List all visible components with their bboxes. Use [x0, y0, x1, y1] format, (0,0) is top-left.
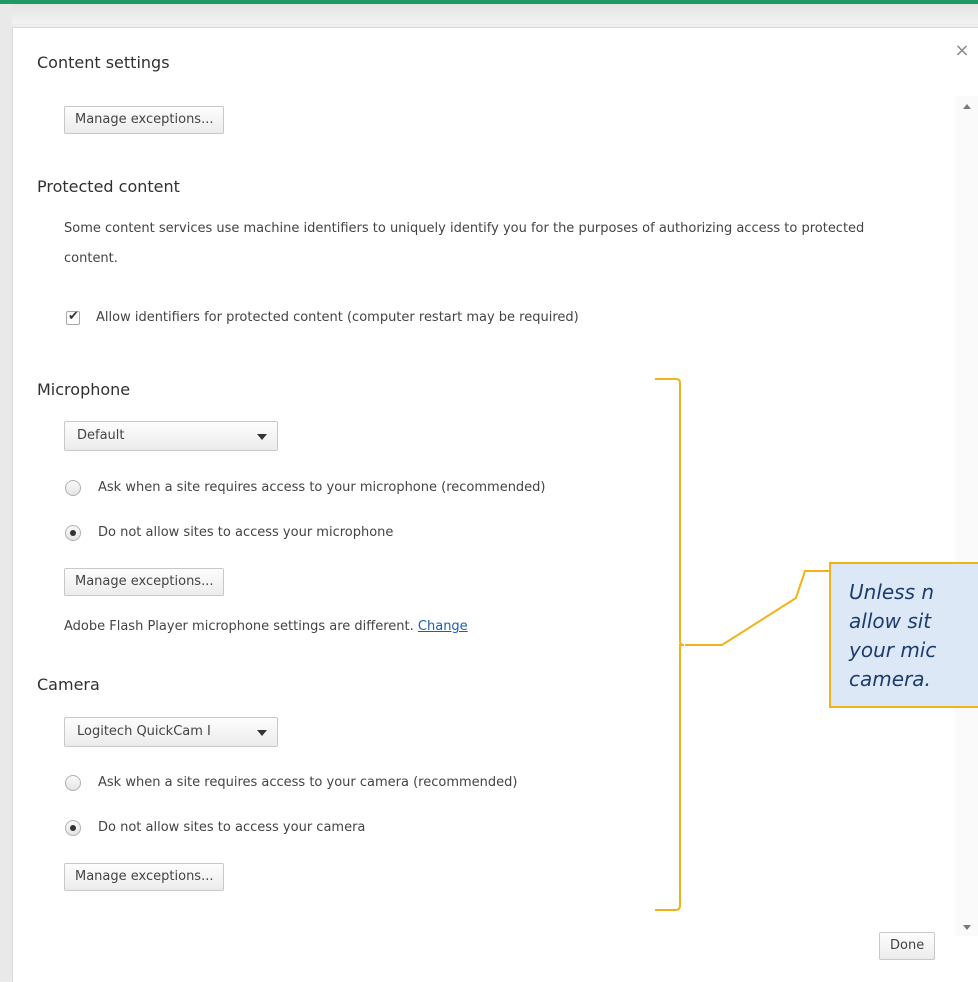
annotation-leader-line — [685, 570, 829, 646]
annotation-bracket — [655, 378, 685, 911]
annotation-callout: Unless n allow sit your mic camera. — [829, 562, 978, 708]
annotation-callout-text: Unless n allow sit your mic camera. — [849, 580, 937, 691]
annotation-overlay — [655, 378, 829, 911]
